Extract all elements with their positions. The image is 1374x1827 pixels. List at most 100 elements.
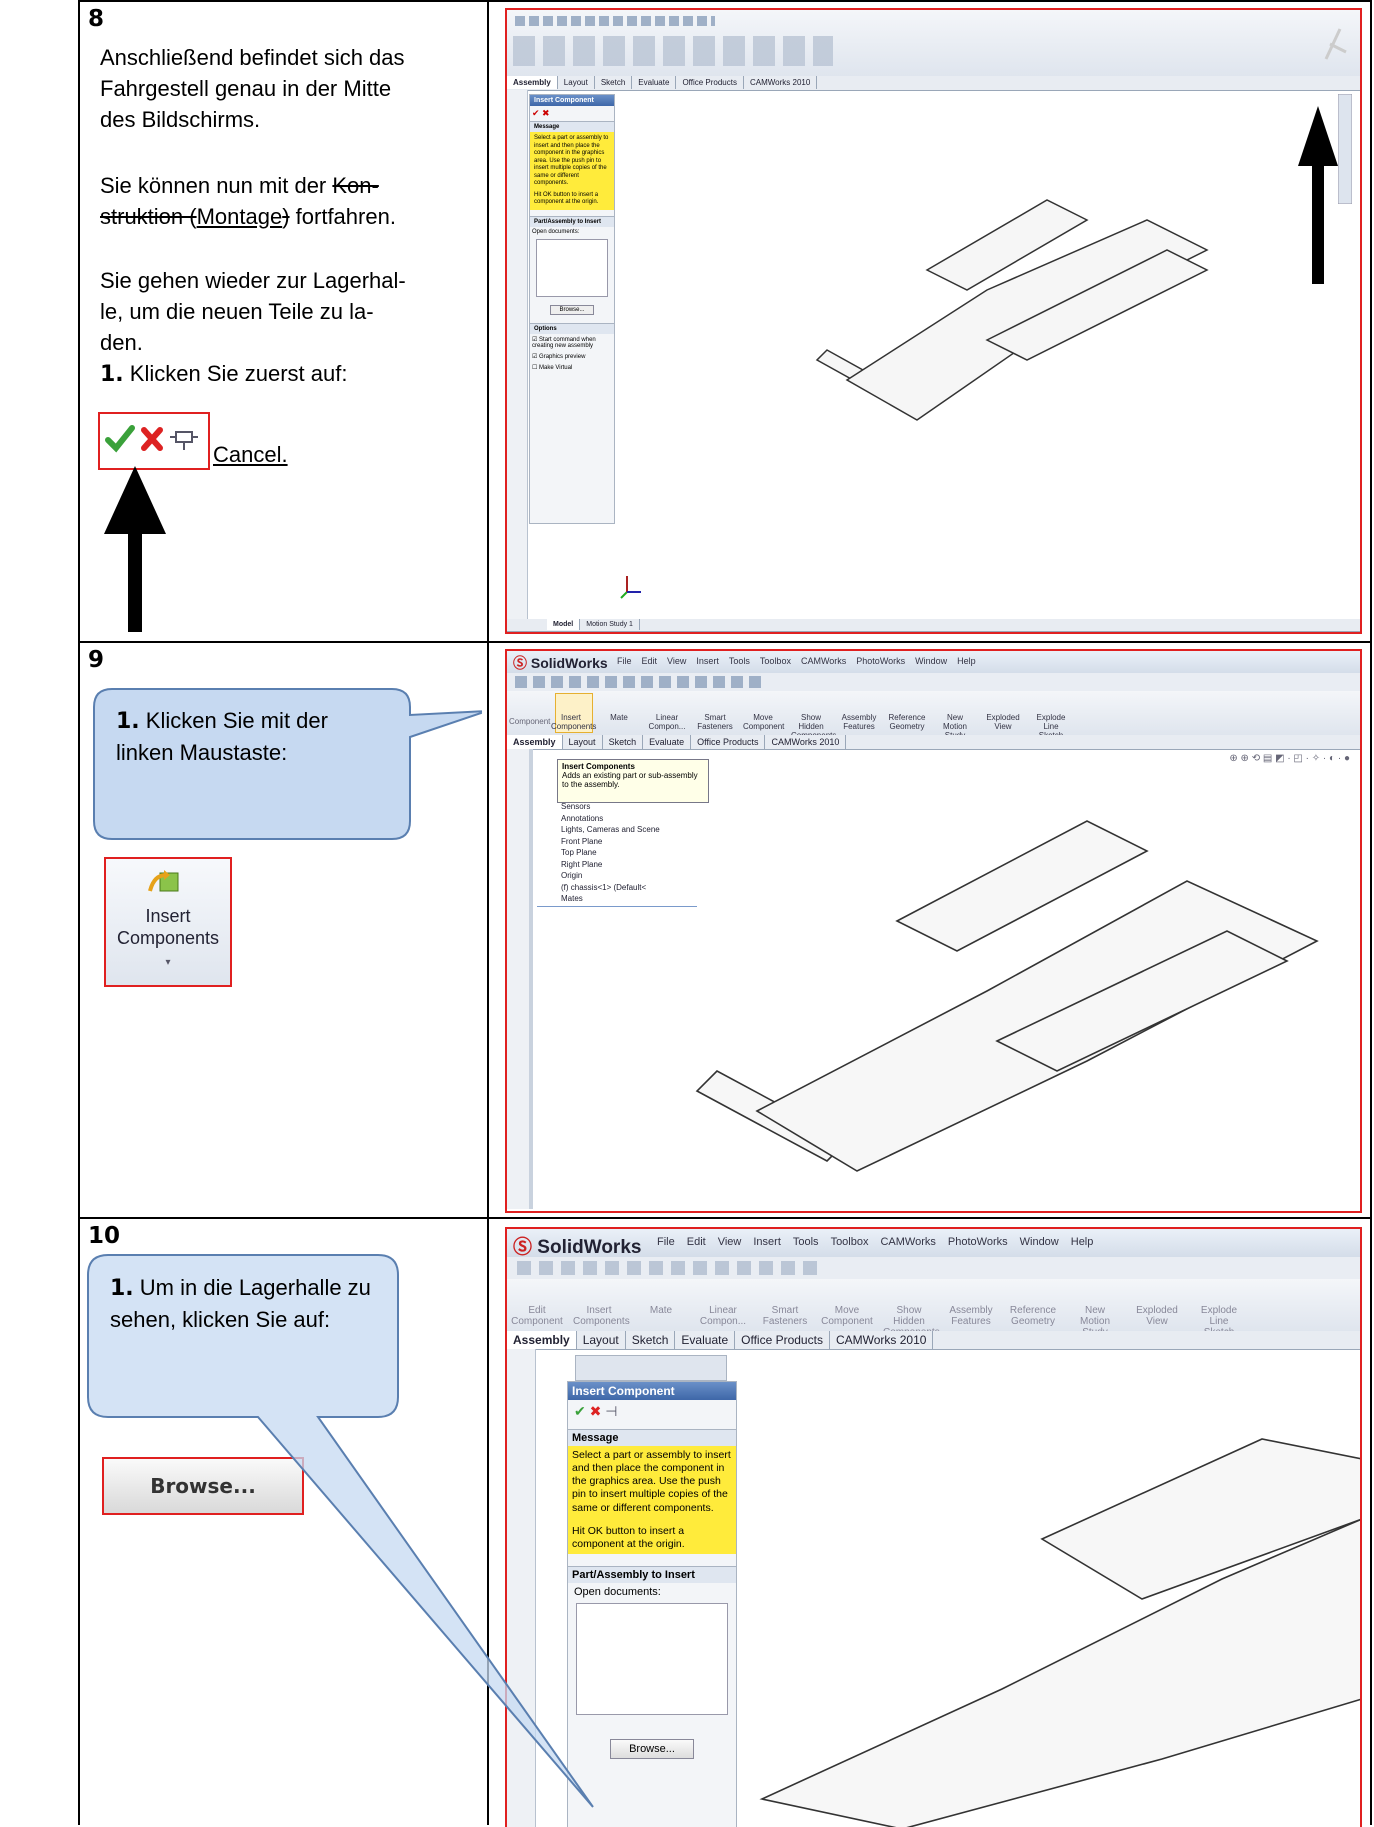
ribbon-button-edit-component[interactable]: Component <box>509 717 550 726</box>
ribbon-button[interactable]: Explode Line Sketch <box>1193 1283 1245 1338</box>
insert-components-icon <box>148 870 179 892</box>
row-9-screenshot-cell: Ⓢ SolidWorks File Edit View Insert Tools Tool… <box>487 641 1372 1219</box>
menu-item[interactable]: Tools <box>793 1236 819 1248</box>
ribbon-button[interactable]: Insert Components <box>551 693 596 740</box>
struck-text: ) <box>282 204 290 229</box>
insert-components-button-highlight[interactable]: Insert Components ▾ <box>104 857 232 987</box>
row-8-text-cell: 8 Anschließend befindet sich das Fahrges… <box>78 0 489 643</box>
chevron-down-icon[interactable]: ▾ <box>106 957 230 968</box>
pm-ok-cancel[interactable]: ✔ ✖ <box>530 106 614 121</box>
step-bullet: 1. <box>110 1276 134 1301</box>
tree-item[interactable]: Top Plane <box>561 847 660 859</box>
tab-model[interactable]: Model <box>547 619 581 630</box>
menu-item[interactable]: PhotoWorks <box>948 1236 1008 1248</box>
ribbon-button[interactable]: New Motion Study <box>1069 1283 1121 1338</box>
tree-item[interactable]: Lights, Cameras and Scene <box>561 824 660 836</box>
feature-tree: Sensors Annotations Lights, Cameras and Sc… <box>561 801 660 905</box>
ribbon-button[interactable]: New Motion Study <box>935 693 975 740</box>
pm-title: Insert Component <box>530 95 614 106</box>
tab-office-products[interactable]: Office Products <box>691 735 766 749</box>
text-line: Sie gehen wieder zur Lagerhal- <box>100 268 406 293</box>
ribbon-button[interactable]: Show Hidden Components <box>791 693 836 740</box>
left-icon-strip <box>507 90 528 622</box>
ribbon-button[interactable]: Assembly Features <box>839 693 879 740</box>
struck-text: Kon- <box>332 173 379 198</box>
menu-item[interactable]: Insert <box>696 656 719 666</box>
text-line: Anschließend befindet sich das <box>100 45 405 70</box>
ribbon-button[interactable]: Linear Compon... <box>647 693 687 740</box>
tree-item[interactable]: (f) chassis<1> (Default< <box>561 882 660 894</box>
browse-button[interactable]: Browse... <box>550 304 594 315</box>
option-make-virtual[interactable]: ☐ Make Virtual <box>530 362 614 373</box>
tab-motion-study[interactable]: Motion Study 1 <box>580 619 640 630</box>
tab-assembly[interactable]: Assembly <box>507 735 563 749</box>
tab-office-products[interactable]: Office Products <box>676 76 744 89</box>
ribbon-buttons: Insert Components Mate Linear Compon... Sma… <box>551 693 1071 740</box>
menu-item[interactable]: View <box>667 656 686 666</box>
push-pin-icon[interactable] <box>170 431 198 450</box>
option-label: Make Virtual <box>539 364 573 371</box>
tab-camworks[interactable]: CAMWorks 2010 <box>765 735 847 749</box>
ribbon-button[interactable]: Assembly Features <box>945 1283 997 1338</box>
message-box: Select a part or assembly to insert and … <box>530 132 614 210</box>
message-header: Message <box>530 121 614 132</box>
tree-item[interactable]: Right Plane <box>561 859 660 871</box>
ribbon-button[interactable]: Move Component <box>821 1283 873 1338</box>
tab-sketch[interactable]: Sketch <box>603 735 644 749</box>
step-bullet: 1. <box>116 709 140 734</box>
menu-item[interactable]: Toolbox <box>760 656 791 666</box>
menu-item[interactable]: Window <box>915 656 947 666</box>
command-tabs: Assembly Layout Sketch Evaluate Office Produ… <box>507 735 1360 750</box>
ribbon-button[interactable]: Exploded View <box>1131 1283 1183 1338</box>
tree-item[interactable]: Origin <box>561 870 660 882</box>
open-documents-list[interactable] <box>536 238 608 297</box>
chassis-model-image <box>815 199 1209 421</box>
tab-evaluate[interactable]: Evaluate <box>643 735 692 749</box>
tab-camworks[interactable]: CAMWorks 2010 <box>830 1331 934 1349</box>
tree-item[interactable]: Mates <box>561 893 660 905</box>
tab-assembly[interactable]: Assembly <box>507 76 558 89</box>
menu-item[interactable]: PhotoWorks <box>856 656 905 666</box>
option-start-command[interactable]: ☑ Start command when creating new assemb… <box>530 334 614 351</box>
quick-toolbar <box>507 673 1360 692</box>
tree-item[interactable]: Annotations <box>561 813 660 825</box>
ribbon-button[interactable]: Reference Geometry <box>1007 1283 1059 1338</box>
ok-check-icon[interactable] <box>105 425 135 453</box>
menu-item[interactable]: Toolbox <box>831 1236 869 1248</box>
ribbon-button[interactable]: Exploded View <box>983 693 1023 740</box>
menu-item[interactable]: Window <box>1020 1236 1059 1248</box>
solidworks-logo-icon <box>1324 28 1347 60</box>
callout-text-body: Klicken Sie mit der linken Maustaste: <box>116 708 328 765</box>
menu-item[interactable]: Help <box>957 656 976 666</box>
command-tabs: Assembly Layout Sketch Evaluate Office Produ… <box>507 76 1360 91</box>
cancel-x-icon[interactable] <box>141 427 163 451</box>
ribbon-button[interactable]: Reference Geometry <box>887 693 927 740</box>
row-9-text-cell: 9 1. Klicken Sie mit der linken Maustast… <box>78 641 489 1219</box>
ribbon-button[interactable]: Explode Line Sketch <box>1031 693 1071 740</box>
text-line: des Bildschirms. <box>100 107 261 132</box>
ribbon-button[interactable]: Move Component <box>743 693 784 740</box>
struck-text: struktion ( <box>100 204 197 229</box>
menu-item[interactable]: Help <box>1071 1236 1094 1248</box>
up-arrow-icon <box>104 466 166 632</box>
menu-item[interactable]: Tools <box>729 656 750 666</box>
menu-item[interactable]: Edit <box>642 656 658 666</box>
menu-item[interactable]: File <box>617 656 632 666</box>
menu-bar[interactable]: File Edit View Insert Tools Toolbox CAMWorks Ph… <box>617 656 986 666</box>
ribbon-button[interactable]: Mate <box>599 693 639 740</box>
cancel-label: Cancel. <box>213 442 288 467</box>
view-toolbar[interactable]: ⊕ ⊕ ⟲ ▤ ◩ · ◰ · ✧ · ◐ · ● <box>1229 753 1350 764</box>
tab-evaluate[interactable]: Evaluate <box>632 76 677 89</box>
menu-item[interactable]: CAMWorks <box>880 1236 935 1248</box>
option-graphics-preview[interactable]: ☑ Graphics preview <box>530 351 614 362</box>
menu-item[interactable]: CAMWorks <box>801 656 846 666</box>
splitter[interactable] <box>529 749 533 1209</box>
tab-layout[interactable]: Layout <box>558 76 595 89</box>
tab-layout[interactable]: Layout <box>563 735 603 749</box>
ribbon-button[interactable]: Show Hidden Components <box>883 1283 940 1338</box>
tab-sketch[interactable]: Sketch <box>595 76 633 89</box>
ribbon-button[interactable]: Smart Fasteners <box>695 693 735 740</box>
tree-item[interactable]: Front Plane <box>561 836 660 848</box>
pm-buttons-highlight <box>98 412 210 470</box>
tab-camworks[interactable]: CAMWorks 2010 <box>744 76 818 89</box>
